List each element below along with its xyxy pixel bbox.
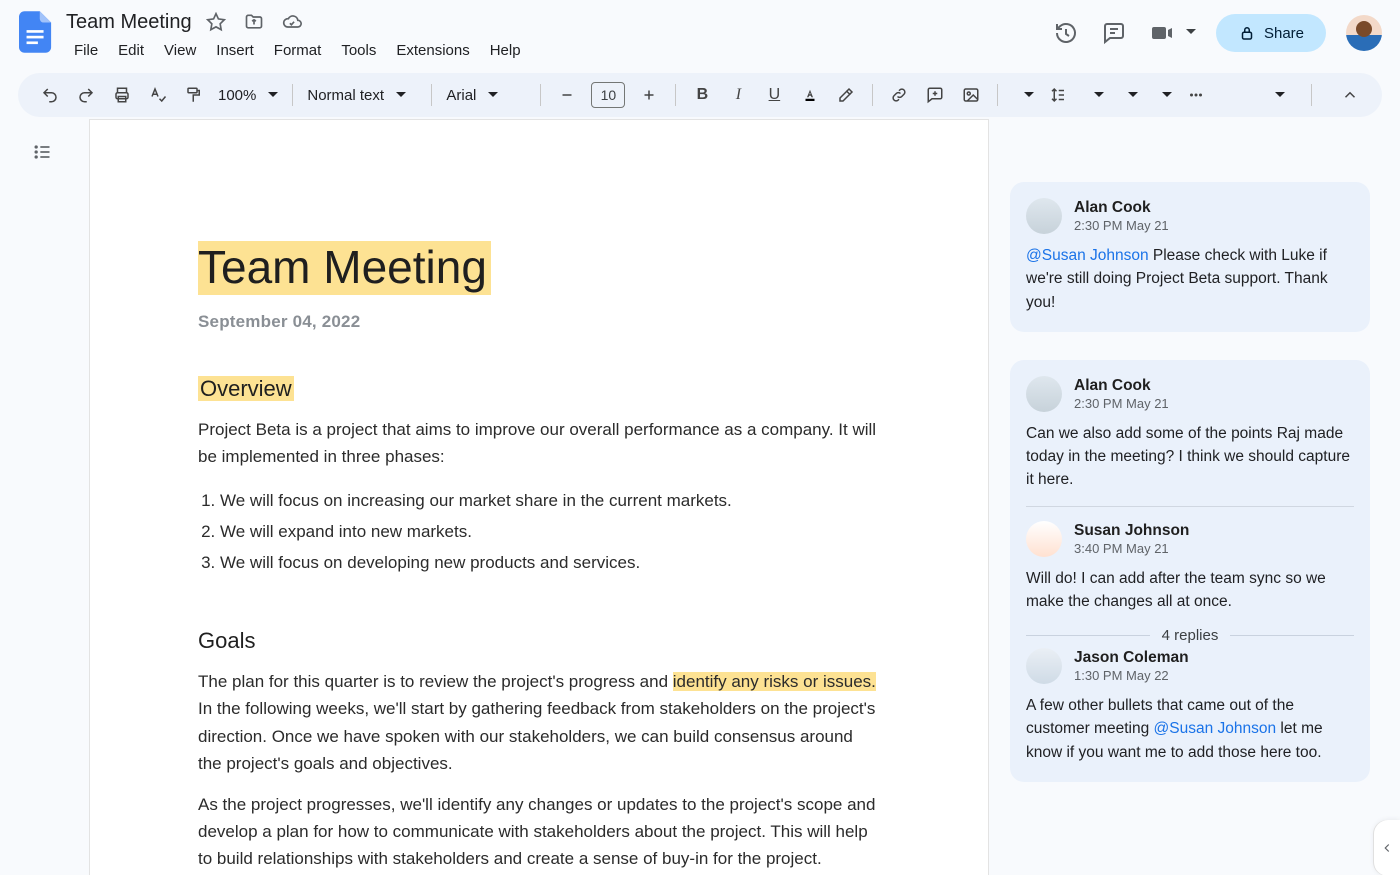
document-page[interactable]: Team Meeting September 04, 2022 Overview… [90,120,988,875]
goals-paragraph-2: As the project progresses, we'll identif… [198,791,880,873]
redo-button[interactable] [68,80,104,110]
text-color-button[interactable] [792,80,828,110]
heading-goals: Goals [198,628,880,654]
highlight-button[interactable] [828,80,864,110]
comment-time: 2:30 PM May 21 [1074,396,1169,411]
move-icon[interactable] [240,8,268,36]
insert-comment-button[interactable] [917,80,953,110]
lock-icon [1238,24,1256,42]
menu-extensions[interactable]: Extensions [388,38,477,63]
outline-toggle-icon[interactable] [28,138,56,166]
menu-help[interactable]: Help [482,38,529,63]
menu-tools[interactable]: Tools [333,38,384,63]
insert-image-button[interactable] [953,80,989,110]
share-button[interactable]: Share [1216,14,1326,52]
undo-button[interactable] [32,80,68,110]
menu-edit[interactable]: Edit [110,38,152,63]
share-label: Share [1264,25,1304,42]
history-icon[interactable] [1052,19,1080,47]
styles-select[interactable]: Normal text [301,80,423,110]
comment-card[interactable]: Alan Cook 2:30 PM May 21 @Susan Johnson … [1010,182,1370,332]
avatar [1026,648,1062,684]
mention[interactable]: @Susan Johnson [1026,247,1149,264]
menu-file[interactable]: File [66,38,106,63]
comment-body: Can we also add some of the points Raj m… [1026,422,1354,492]
avatar [1026,521,1062,557]
italic-button[interactable]: I [720,80,756,110]
underline-button[interactable]: U [756,80,792,110]
cloud-status-icon[interactable] [278,8,306,36]
doc-date: September 04, 2022 [198,312,880,332]
comment-body: @Susan Johnson Please check with Luke if… [1026,244,1354,314]
doc-heading-title: Team Meeting [198,241,491,295]
toolbar: 100% Normal text Arial 10 B I U [18,73,1382,117]
heading-overview: Overview [198,376,294,401]
comments-panel: Alan Cook 2:30 PM May 21 @Susan Johnson … [1010,120,1370,875]
insert-link-button[interactable] [881,80,917,110]
menu-view[interactable]: View [156,38,204,63]
editing-mode-select[interactable] [1257,80,1291,110]
list-item: We will expand into new markets. [220,517,880,548]
comments-icon[interactable] [1100,19,1128,47]
comment-time: 1:30 PM May 22 [1074,668,1189,683]
align-select[interactable] [1006,80,1040,110]
comment-time: 3:40 PM May 21 [1074,541,1189,556]
avatar [1026,376,1062,412]
comment-author: Alan Cook [1074,199,1169,217]
menu-bar: File Edit View Insert Format Tools Exten… [66,38,529,63]
comment-author: Jason Coleman [1074,649,1189,667]
account-avatar[interactable] [1346,15,1382,51]
menu-format[interactable]: Format [266,38,330,63]
more-button[interactable] [1178,80,1214,110]
star-icon[interactable] [202,8,230,36]
comment-time: 2:30 PM May 21 [1074,218,1169,233]
list-item: We will focus on increasing our market s… [220,486,880,517]
spellcheck-button[interactable] [140,80,176,110]
collapse-toolbar-button[interactable] [1332,80,1368,110]
line-spacing-button[interactable] [1040,80,1076,110]
meet-button[interactable] [1148,19,1196,47]
video-icon [1148,19,1176,47]
chevron-down-icon [1186,24,1196,42]
side-panel-toggle[interactable] [1374,820,1400,875]
goals-paragraph-1: The plan for this quarter is to review t… [198,668,880,777]
increase-font-button[interactable] [631,80,667,110]
comment-body: Will do! I can add after the team sync s… [1026,567,1354,614]
comment-card[interactable]: Alan Cook 2:30 PM May 21 Can we also add… [1010,360,1370,782]
paint-format-button[interactable] [176,80,212,110]
menu-insert[interactable]: Insert [208,38,262,63]
comment-body: A few other bullets that came out of the… [1026,694,1354,764]
document-title[interactable]: Team Meeting [66,11,192,34]
replies-expander[interactable]: 4 replies [1026,627,1354,644]
bold-button[interactable]: B [684,80,720,110]
list-item: We will focus on developing new products… [220,548,880,579]
checklist-select[interactable] [1076,80,1110,110]
zoom-select[interactable]: 100% [212,80,284,110]
avatar [1026,198,1062,234]
comment-author: Alan Cook [1074,377,1169,395]
docs-logo[interactable] [16,8,56,56]
print-button[interactable] [104,80,140,110]
font-select[interactable]: Arial [440,80,532,110]
phases-list: We will focus on increasing our market s… [220,486,880,578]
mention[interactable]: @Susan Johnson [1154,720,1277,737]
highlighted-text: identify any risks or issues. [673,672,876,691]
font-size-input[interactable]: 10 [591,82,625,108]
numbered-list-select[interactable] [1144,80,1178,110]
bulleted-list-select[interactable] [1110,80,1144,110]
overview-paragraph: Project Beta is a project that aims to i… [198,416,880,470]
comment-author: Susan Johnson [1074,522,1189,540]
decrease-font-button[interactable] [549,80,585,110]
